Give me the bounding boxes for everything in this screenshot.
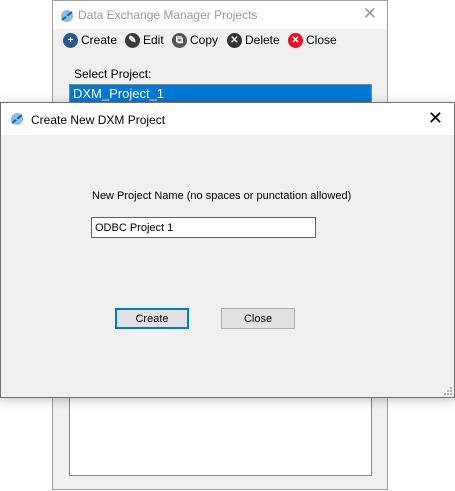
create-project-label: Create [81, 33, 118, 47]
dialog-title: Create New DXM Project [31, 113, 166, 127]
create-button[interactable]: Create [115, 308, 189, 329]
close-window-button[interactable]: ✕ Close [288, 31, 337, 49]
delete-project-button[interactable]: ✕ Delete [227, 31, 280, 49]
dialog-close-icon[interactable]: ✕ [428, 108, 443, 129]
resize-grip-icon[interactable] [444, 387, 452, 395]
edit-project-button[interactable]: ✎ Edit [125, 31, 164, 49]
projects-window-close-icon[interactable]: ✕ [363, 4, 377, 24]
copy-project-button[interactable]: ⧉ Copy [172, 31, 218, 49]
delete-icon: ✕ [227, 32, 242, 48]
dialog-titlebar: Create New DXM Project ✕ [1, 103, 454, 135]
plus-icon: + [63, 32, 78, 48]
close-circle-icon: ✕ [288, 32, 303, 48]
project-name-input[interactable] [91, 217, 316, 238]
list-item[interactable]: DXM_Project_1 [70, 85, 371, 102]
copy-icon: ⧉ [172, 32, 187, 48]
create-project-button[interactable]: + Create [63, 31, 117, 49]
delete-project-label: Delete [245, 33, 280, 47]
projects-window-title: Data Exchange Manager Projects [78, 8, 258, 22]
edit-project-label: Edit [143, 33, 164, 47]
app-icon [11, 113, 23, 125]
close-button[interactable]: Close [221, 308, 295, 329]
create-project-dialog: Create New DXM Project ✕ New Project Nam… [0, 102, 455, 398]
projects-toolbar: + Create ✎ Edit ⧉ Copy ✕ Delete ✕ Close [53, 29, 387, 53]
close-window-label: Close [306, 33, 337, 47]
projects-window-titlebar: Data Exchange Manager Projects ✕ [53, 1, 387, 29]
app-icon [61, 10, 73, 22]
project-name-label: New Project Name (no spaces or punctatio… [92, 190, 352, 202]
pencil-icon: ✎ [125, 32, 140, 48]
copy-project-label: Copy [190, 33, 219, 47]
select-project-label: Select Project: [74, 67, 152, 81]
